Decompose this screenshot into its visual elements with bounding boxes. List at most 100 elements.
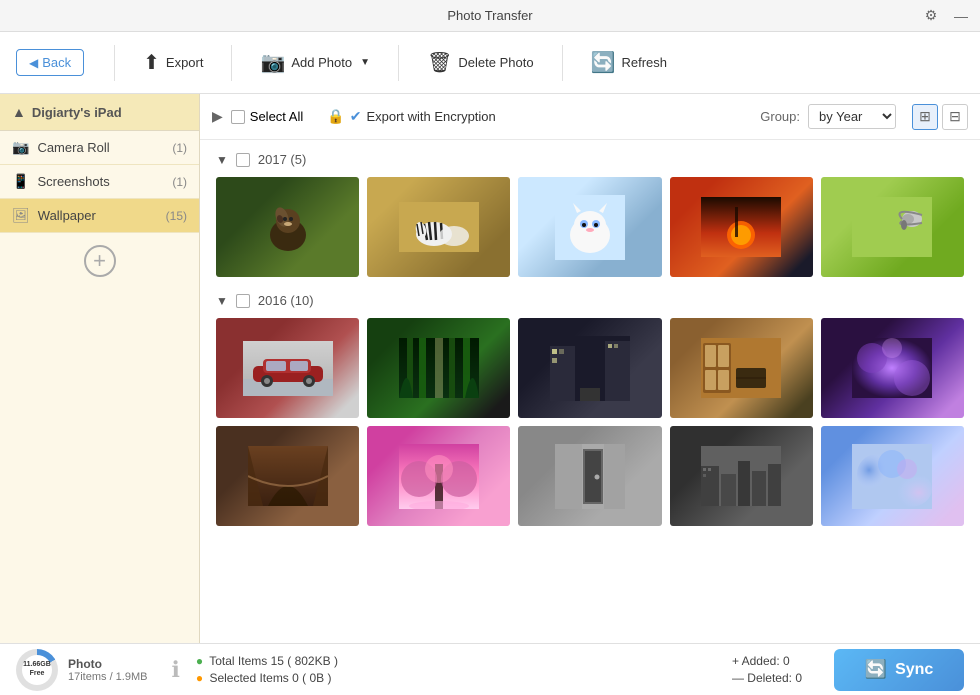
photo-render-cat bbox=[518, 177, 661, 277]
storage-circle: 11.66GB Free bbox=[16, 649, 58, 691]
encryption-check-icon: ✔ bbox=[350, 108, 362, 125]
photo-render-sunset bbox=[670, 177, 813, 277]
add-album-button[interactable]: + bbox=[84, 245, 116, 277]
add-photo-icon: 📷 bbox=[260, 50, 285, 75]
storage-info: 11.66GB Free Photo 17items / 1.9MB bbox=[16, 649, 147, 691]
select-all-checkbox[interactable]: Select All bbox=[231, 109, 303, 124]
photo-area: ▼ 2017 (5) bbox=[200, 140, 980, 643]
photo-item-car[interactable] bbox=[216, 318, 359, 418]
wallpaper-count: (15) bbox=[166, 209, 187, 223]
photo-item-pink-trees[interactable] bbox=[367, 426, 510, 526]
storage-text: Photo 17items / 1.9MB bbox=[68, 657, 147, 683]
camera-roll-label: Camera Roll bbox=[37, 140, 109, 155]
photo-item-cat[interactable] bbox=[518, 177, 661, 277]
add-album-container: + bbox=[0, 233, 199, 289]
total-items-dot: ● bbox=[196, 654, 203, 668]
wallpaper-icon: 🖼 bbox=[12, 207, 30, 224]
photo-item-forest[interactable] bbox=[367, 318, 510, 418]
delete-photo-button[interactable]: 🗑 Delete Photo bbox=[413, 44, 548, 81]
photo-render-bw-city bbox=[670, 426, 813, 526]
year-section-2016: ▼ 2016 (10) bbox=[216, 293, 964, 526]
photo-render-forest bbox=[367, 318, 510, 418]
camera-roll-count: (1) bbox=[172, 141, 187, 155]
selected-items-label: Selected Items 0 ( 0B ) bbox=[209, 671, 331, 685]
sidebar-item-screenshots[interactable]: 📱 Screenshots (1) bbox=[0, 165, 199, 199]
toolbar-divider-4 bbox=[562, 45, 563, 81]
photo-items-label: 17items / 1.9MB bbox=[68, 671, 147, 683]
photo-item-watercolor[interactable] bbox=[821, 426, 964, 526]
photo-item-squirrel[interactable] bbox=[216, 177, 359, 277]
minimize-icon[interactable]: — bbox=[950, 5, 972, 27]
year-checkbox-2016[interactable] bbox=[236, 294, 250, 308]
back-label: Back bbox=[42, 55, 71, 70]
device-name: Digiarty's iPad bbox=[32, 105, 122, 120]
wallpaper-label: Wallpaper bbox=[38, 208, 96, 223]
export-button[interactable]: ⬆ Export bbox=[129, 44, 217, 81]
export-encryption-toggle[interactable]: 🔒 ✔ Export with Encryption bbox=[327, 108, 496, 125]
photo-render-squirrel bbox=[216, 177, 359, 277]
title-bar: Photo Transfer ⚙ — bbox=[0, 0, 980, 32]
refresh-button[interactable]: 🔄 Refresh bbox=[577, 44, 681, 81]
group-select[interactable]: by Year by Month by Day bbox=[808, 104, 896, 129]
photo-item-zebra[interactable] bbox=[367, 177, 510, 277]
main-toolbar: ◀ Back ⬆ Export 📷 Add Photo ▼ 🗑 Delete P… bbox=[0, 32, 980, 94]
storage-gb: 11.66GB bbox=[23, 661, 51, 669]
view-toggle-buttons: ⊞ ⊟ bbox=[912, 104, 968, 130]
photo-render-canyon bbox=[216, 426, 359, 526]
toolbar-divider-3 bbox=[398, 45, 399, 81]
select-all-checkbox-box[interactable] bbox=[231, 110, 245, 124]
select-all-label: Select All bbox=[250, 109, 303, 124]
photo-item-bird[interactable] bbox=[821, 177, 964, 277]
content-area: ▶ Select All 🔒 ✔ Export with Encryption … bbox=[200, 94, 980, 643]
refresh-label: Refresh bbox=[621, 55, 667, 70]
photo-item-abstract[interactable] bbox=[821, 318, 964, 418]
photo-item-sunset[interactable] bbox=[670, 177, 813, 277]
year-header-2016: ▼ 2016 (10) bbox=[216, 293, 964, 308]
photo-render-car bbox=[216, 318, 359, 418]
toolbar-divider-2 bbox=[231, 45, 232, 81]
year-label-2017: 2017 (5) bbox=[258, 152, 306, 167]
selected-items-dot: ● bbox=[196, 671, 203, 685]
toolbar-divider-1 bbox=[114, 45, 115, 81]
photo-render-watercolor bbox=[821, 426, 964, 526]
group-label: Group: bbox=[760, 109, 800, 124]
year-header-2017: ▼ 2017 (5) bbox=[216, 152, 964, 167]
photo-render-pink-trees bbox=[367, 426, 510, 526]
photo-item-door[interactable] bbox=[518, 426, 661, 526]
photo-render-room bbox=[670, 318, 813, 418]
photo-item-canyon[interactable] bbox=[216, 426, 359, 526]
back-button[interactable]: ◀ Back bbox=[16, 49, 84, 76]
status-right: + Added: 0 — Deleted: 0 bbox=[732, 654, 802, 685]
grid-view-large-button[interactable]: ⊟ bbox=[942, 104, 968, 130]
collapse-button[interactable]: ▶ bbox=[212, 108, 223, 125]
selected-items-row: ● Selected Items 0 ( 0B ) bbox=[196, 671, 338, 685]
screenshots-label: Screenshots bbox=[37, 174, 109, 189]
photo-item-bw-city[interactable] bbox=[670, 426, 813, 526]
export-label: Export bbox=[166, 55, 204, 70]
camera-roll-icon: 📷 bbox=[12, 139, 29, 156]
photo-render-city-street bbox=[518, 318, 661, 418]
total-items-row: ● Total Items 15 ( 802KB ) bbox=[196, 654, 338, 668]
photo-item-city-street[interactable] bbox=[518, 318, 661, 418]
storage-free: Free bbox=[30, 670, 45, 678]
delete-photo-icon: 🗑 bbox=[427, 50, 452, 75]
year-toggle-2017[interactable]: ▼ bbox=[216, 153, 228, 167]
photo-render-zebra bbox=[367, 177, 510, 277]
export-icon: ⬆ bbox=[143, 50, 160, 75]
grid-view-small-button[interactable]: ⊞ bbox=[912, 104, 938, 130]
total-items-label: Total Items 15 ( 802KB ) bbox=[209, 654, 338, 668]
sync-button[interactable]: 🔄 Sync bbox=[834, 649, 964, 691]
settings-icon[interactable]: ⚙ bbox=[920, 5, 942, 27]
sidebar-item-wallpaper[interactable]: 🖼 Wallpaper (15) bbox=[0, 199, 199, 233]
photo-item-room[interactable] bbox=[670, 318, 813, 418]
sidebar-item-camera-roll[interactable]: 📷 Camera Roll (1) bbox=[0, 131, 199, 165]
back-arrow-icon: ◀ bbox=[29, 56, 38, 70]
add-photo-button[interactable]: 📷 Add Photo ▼ bbox=[246, 44, 384, 81]
year-checkbox-2017[interactable] bbox=[236, 153, 250, 167]
info-icon: ℹ bbox=[171, 657, 179, 683]
app-title: Photo Transfer bbox=[447, 8, 532, 23]
year-toggle-2016[interactable]: ▼ bbox=[216, 294, 228, 308]
added-label: + Added: 0 bbox=[732, 654, 802, 668]
photo-render-abstract bbox=[821, 318, 964, 418]
screenshots-icon: 📱 bbox=[12, 173, 29, 190]
